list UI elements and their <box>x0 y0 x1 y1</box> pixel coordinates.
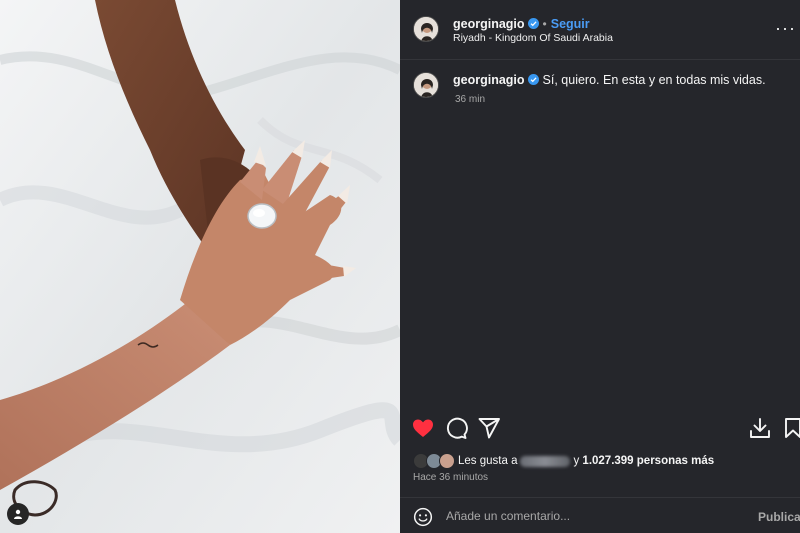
publish-button[interactable]: Publicar <box>758 510 800 524</box>
caption: georginagio Sí, quiero. En esta y en toda… <box>453 73 766 87</box>
share-icon[interactable] <box>477 416 501 440</box>
post-location[interactable]: Riyadh - Kingdom Of Saudi Arabia <box>453 32 613 44</box>
heart-icon[interactable] <box>411 416 435 440</box>
verified-icon <box>527 74 539 85</box>
user-tag-button[interactable] <box>7 503 29 525</box>
follow-button[interactable]: Seguir <box>551 17 590 31</box>
author-line: georginagio • Seguir <box>453 15 590 33</box>
avatar-image <box>414 17 438 41</box>
emoji-icon[interactable] <box>413 507 433 527</box>
photo-image <box>0 0 400 533</box>
caption-time: 36 min <box>455 94 486 105</box>
more-options-icon[interactable]: ··· <box>775 18 796 39</box>
likes-middle: y <box>573 455 580 467</box>
caption-username[interactable]: georginagio <box>453 73 525 87</box>
post-photo[interactable] <box>0 0 400 533</box>
save-icon[interactable] <box>781 416 800 440</box>
post-detail-panel: georginagio • Seguir Riyadh - Kingdom Of S… <box>400 0 800 533</box>
comment-icon[interactable] <box>444 416 468 440</box>
post-header: georginagio • Seguir Riyadh - Kingdom Of S… <box>400 0 800 60</box>
post-time-ago: Hace 36 minutos <box>413 472 489 483</box>
user-tag-icon <box>14 509 22 519</box>
author-avatar[interactable] <box>413 16 439 42</box>
likes-count[interactable]: 1.027.399 personas más <box>582 455 714 467</box>
separator-dot: • <box>542 17 547 31</box>
download-icon[interactable] <box>748 416 772 440</box>
caption-avatar[interactable] <box>413 72 439 98</box>
blurred-username[interactable] <box>520 455 571 467</box>
verified-icon <box>527 18 539 29</box>
caption-text: Sí, quiero. En esta y en todas mis vidas… <box>542 73 766 87</box>
action-bar <box>400 412 800 446</box>
comment-input[interactable] <box>446 509 736 523</box>
liker-avatars[interactable] <box>413 453 457 469</box>
avatar-image <box>414 73 438 97</box>
likes-summary: Les gusta a y 1.027.399 personas más <box>413 452 714 470</box>
liker-avatar <box>439 453 455 469</box>
comment-bar: Publicar <box>400 497 800 533</box>
author-username[interactable]: georginagio <box>453 17 525 31</box>
likes-prefix: Les gusta a <box>458 455 518 467</box>
